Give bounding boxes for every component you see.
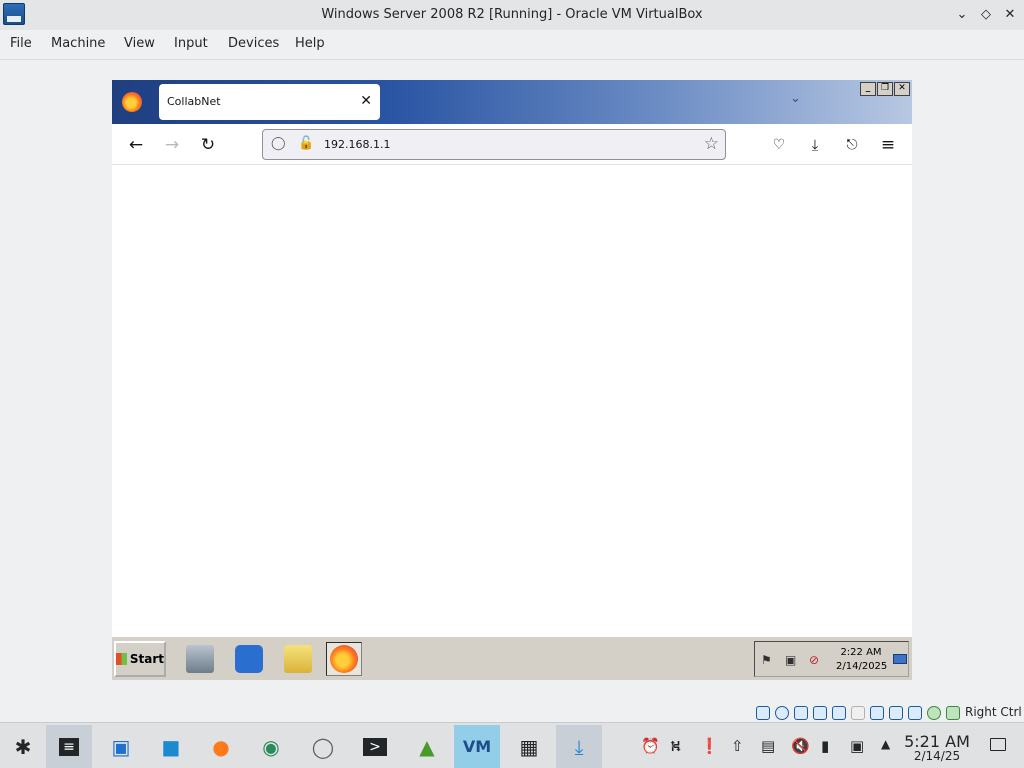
show-desktop-icon[interactable] [893, 654, 907, 664]
firefox-tabbar: CollabNet ✕ ⌄ _ ❐ ✕ [112, 80, 912, 124]
mouse-integration-icon[interactable] [927, 706, 941, 720]
forward-arrow-icon[interactable]: → [161, 134, 183, 156]
minimize-window-button[interactable]: ⌄ [953, 6, 971, 24]
battery-icon[interactable]: ▮ [821, 737, 829, 755]
firefox-taskbar-button[interactable] [326, 642, 362, 676]
guest-clock-date[interactable]: 2/14/2025 [836, 661, 887, 672]
app-menu-icon[interactable]: ≡ [877, 134, 899, 156]
security-shield-icon[interactable]: ⛕ [670, 737, 681, 757]
menu-devices[interactable]: Devices [228, 36, 279, 51]
extensions-icon[interactable]: ⎋ [841, 134, 863, 156]
volume-muted-icon[interactable]: 🔇 [791, 737, 810, 755]
maximize-window-button[interactable]: ◇ [977, 6, 995, 24]
url-bar[interactable]: ◯ 🔓 192.168.1.1 ☆ [262, 129, 726, 160]
virtualbox-icon[interactable]: VM [454, 725, 500, 768]
update-icon[interactable]: ▲ [404, 725, 450, 768]
network-connection-icon[interactable]: ▣ [850, 737, 864, 755]
close-window-button[interactable]: ✕ [1001, 6, 1019, 24]
network-adapter-icon[interactable] [813, 706, 827, 720]
notifications-bell-icon[interactable]: ⏰ [641, 737, 660, 755]
application-launcher-icon[interactable]: ✱ [0, 725, 46, 768]
guest-taskbar: Start ⚑ ▣ ⊘ 2:22 AM 2/14/2025 [112, 636, 912, 680]
firefox-icon[interactable]: ● [198, 725, 244, 768]
powershell-icon[interactable] [231, 642, 267, 676]
bookmark-star-icon[interactable]: ☆ [704, 134, 719, 154]
terminal-icon[interactable]: > [352, 725, 398, 768]
audio-icon[interactable] [794, 706, 808, 720]
display-icon[interactable] [870, 706, 884, 720]
firefox-restore-button[interactable]: ❐ [877, 82, 893, 96]
vbox-menubar: File Machine View Input Devices Help [0, 30, 1024, 60]
firefox-minimize-button[interactable]: _ [860, 82, 876, 96]
close-tab-icon[interactable]: ✕ [360, 93, 372, 109]
show-desktop-icon[interactable] [990, 738, 1006, 751]
keyboard-capture-icon[interactable] [946, 706, 960, 720]
server-manager-icon[interactable] [182, 642, 218, 676]
file-manager-icon[interactable]: ■ [148, 725, 194, 768]
package-manager-icon[interactable]: ▦ [506, 725, 552, 768]
clipboard-icon[interactable]: ▤ [761, 737, 775, 755]
notification-area: ⚑ ▣ ⊘ 2:22 AM 2/14/2025 [754, 641, 909, 677]
shared-folders-icon[interactable] [851, 706, 865, 720]
menu-machine[interactable]: Machine [51, 36, 105, 51]
start-button[interactable]: Start [114, 641, 166, 677]
menu-help[interactable]: Help [295, 36, 325, 51]
network-icon[interactable]: ▣ [785, 653, 796, 667]
clipboard-alert-icon[interactable]: ❗ [700, 737, 719, 755]
list-all-tabs-icon[interactable]: ⌄ [790, 91, 801, 106]
pocket-icon[interactable]: ♡ [768, 134, 790, 156]
shield-icon[interactable]: ◯ [300, 725, 346, 768]
menu-input[interactable]: Input [174, 36, 208, 51]
optical-drive-icon[interactable] [775, 706, 789, 720]
insecure-lock-icon[interactable]: 🔓 [298, 136, 314, 151]
back-arrow-icon[interactable]: ← [125, 134, 147, 156]
guest-display[interactable]: CollabNet ✕ ⌄ _ ❐ ✕ ← → ↻ ◯ 🔓 192.168.1.… [112, 80, 912, 680]
firefox-navbar: ← → ↻ ◯ 🔓 192.168.1.1 ☆ ♡ ⤓ ⎋ ≡ [112, 124, 912, 165]
host-panel: ✱ ≡ ▣ ■ ● ◉ ◯ > ▲ VM ▦ ⤓ ⏰ ⛕ ❗ ⇧ ▤ 🔇 ▮ ▣… [0, 722, 1024, 768]
globe-icon[interactable]: ◉ [248, 725, 294, 768]
tab-title: CollabNet [167, 95, 221, 108]
updates-icon[interactable]: ⇧ [731, 737, 744, 755]
page-content[interactable] [112, 165, 912, 636]
windows-logo-icon [116, 653, 127, 665]
firefox-close-button[interactable]: ✕ [894, 82, 910, 96]
firefox-logo-icon[interactable] [122, 92, 142, 112]
menu-file[interactable]: File [10, 36, 32, 51]
windows-explorer-icon[interactable] [280, 642, 316, 676]
vbox-titlebar: Windows Server 2008 R2 [Running] - Oracl… [0, 0, 1024, 30]
vbox-statusbar: Right Ctrl [0, 702, 1024, 722]
system-settings-icon[interactable]: ≡ [46, 725, 92, 768]
usb-icon[interactable] [832, 706, 846, 720]
start-label: Start [129, 652, 164, 666]
host-clock-date[interactable]: 2/14/25 [902, 749, 972, 763]
browser-tab[interactable]: CollabNet ✕ [159, 84, 380, 120]
host-key-label: Right Ctrl [965, 705, 1022, 719]
hard-disk-icon[interactable] [756, 706, 770, 720]
window-title: Windows Server 2008 R2 [Running] - Oracl… [321, 7, 703, 22]
downloads-icon[interactable]: ⤓ [804, 134, 826, 156]
volume-muted-icon[interactable]: ⊘ [809, 653, 819, 667]
url-text[interactable]: 192.168.1.1 [324, 138, 390, 151]
cpu-icon[interactable] [908, 706, 922, 720]
reload-icon[interactable]: ↻ [197, 134, 219, 156]
guest-clock-time[interactable]: 2:22 AM [840, 647, 882, 658]
menu-view[interactable]: View [124, 36, 155, 51]
tracking-protection-shield-icon[interactable]: ◯ [271, 136, 286, 151]
remote-desktop-icon[interactable]: ▣ [98, 725, 144, 768]
recording-icon[interactable] [889, 706, 903, 720]
show-hidden-icons-icon[interactable]: ▲ [881, 737, 890, 751]
action-center-flag-icon[interactable]: ⚑ [761, 653, 772, 667]
mouse-cursor-icon [251, 609, 259, 629]
download-icon[interactable]: ⤓ [556, 725, 602, 768]
